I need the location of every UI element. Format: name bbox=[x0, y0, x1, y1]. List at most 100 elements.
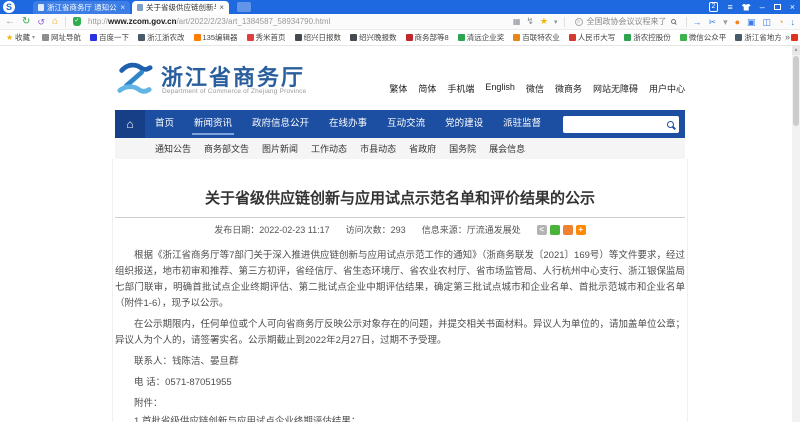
utility-link[interactable]: 网站无障碍 bbox=[593, 82, 638, 95]
browser-tab[interactable]: 浙江省商务厅 通知公告 × bbox=[33, 1, 130, 14]
tab-title: 关于省级供应链创新与应 bbox=[146, 3, 216, 12]
bookmark-label: 浙江浙农改 bbox=[147, 33, 185, 42]
wechat-icon[interactable] bbox=[549, 224, 560, 235]
utility-link[interactable]: 繁体 bbox=[389, 82, 407, 95]
scrollbar-thumb[interactable] bbox=[793, 56, 799, 126]
nav-item[interactable]: 政府信息公开 bbox=[242, 110, 319, 138]
share-icon[interactable]: < bbox=[536, 224, 547, 235]
hot-news-icon[interactable]: ● bbox=[735, 14, 740, 30]
meta-item: 访问次数：293 bbox=[345, 225, 406, 235]
bookmark-item[interactable]: 商务部等8 bbox=[405, 32, 451, 43]
site-search-input[interactable] bbox=[568, 119, 667, 129]
refresh-icon[interactable]: ↻ bbox=[22, 14, 30, 30]
subnav-item[interactable]: 通知公告 bbox=[155, 142, 191, 155]
apps-grid-icon[interactable]: ▦ bbox=[513, 17, 521, 26]
nav-item[interactable]: 互动交流 bbox=[377, 110, 435, 138]
bookmark-item[interactable]: 浙农控股份 bbox=[624, 32, 673, 43]
browser-logo-icon[interactable]: S bbox=[3, 1, 15, 13]
nav-home-icon[interactable]: ⌂ bbox=[115, 110, 145, 138]
article-body: 根据《浙江省商务厅等7部门关于深入推进供应链创新与应用试点示范工作的通知》（浙商… bbox=[115, 248, 685, 422]
favorite-caret-icon[interactable]: ▾ bbox=[554, 18, 558, 26]
bookmark-label: 百联特农业 bbox=[522, 33, 560, 42]
bookmark-item[interactable]: 秀米首页 bbox=[246, 32, 288, 43]
menu-icon[interactable]: ≡ bbox=[727, 0, 732, 14]
subnav-item[interactable]: 市县动态 bbox=[360, 142, 396, 155]
address-bar[interactable]: http://www.zcom.gov.cn/art/2022/2/23/art… bbox=[88, 17, 330, 26]
utility-link[interactable]: 微商务 bbox=[555, 82, 582, 95]
paragraph: 在公示期限内，任何单位或个人可向省商务厅反映公示对象存在的问题，并提交相关书面材… bbox=[115, 319, 686, 346]
download-icon[interactable]: ↓ bbox=[791, 14, 796, 30]
favorite-star-icon[interactable]: ★ bbox=[540, 16, 548, 27]
apps-icon[interactable]: ▣ bbox=[747, 14, 756, 30]
nav-item[interactable]: 新闻资讯 bbox=[184, 110, 242, 138]
bookmark-caret-icon: ▾ bbox=[32, 35, 36, 41]
scrollbar[interactable] bbox=[792, 46, 800, 422]
meta-items: 发布日期：2022-02-23 11:17 访问次数：293 信息来源：厅流通发展处 bbox=[214, 223, 520, 236]
subnav-item[interactable]: 图片新闻 bbox=[262, 142, 298, 155]
windows-icon[interactable]: ◫ bbox=[763, 14, 772, 30]
subnav-item[interactable]: 国务院 bbox=[449, 142, 476, 155]
scroll-up-icon[interactable] bbox=[792, 46, 800, 55]
bookmark-item[interactable]: 绍兴日报数 bbox=[294, 32, 344, 43]
bookmark-item[interactable]: 网址导航 bbox=[42, 32, 83, 43]
speed-icon[interactable]: ↯ bbox=[526, 16, 534, 27]
utility-link[interactable]: 手机端 bbox=[447, 82, 474, 95]
clock-icon[interactable]: ◔ bbox=[778, 14, 783, 30]
site-search bbox=[563, 115, 679, 133]
security-shield-icon[interactable] bbox=[72, 17, 81, 26]
new-tab-button[interactable] bbox=[237, 2, 251, 12]
bookmark-item[interactable]: 人民币大写 bbox=[568, 32, 618, 43]
utility-link[interactable]: 微信 bbox=[526, 82, 544, 95]
meta-item: 信息来源：厅流通发展处 bbox=[421, 225, 521, 235]
utility-link[interactable]: 简体 bbox=[418, 82, 436, 95]
bookmark-item[interactable]: 135编辑器 bbox=[193, 32, 240, 43]
login-icon[interactable]: → bbox=[693, 14, 702, 30]
nav-item[interactable]: 在线办事 bbox=[319, 110, 377, 138]
restore-session-icon[interactable]: ↺ bbox=[37, 14, 45, 30]
close-window-icon[interactable]: × bbox=[790, 2, 795, 12]
subnav-item[interactable]: 省政府 bbox=[409, 142, 436, 155]
bookmark-favicon bbox=[90, 34, 98, 41]
sub-nav: 通知公告 商务部文告 图片新闻 工作动态 市县动态 省政府 国务院 展会信息 bbox=[115, 138, 685, 159]
site-search-icon[interactable] bbox=[667, 120, 674, 128]
utility-link[interactable]: 用户中心 bbox=[649, 82, 685, 95]
utility-link[interactable]: English bbox=[485, 82, 515, 95]
bookmark-item[interactable]: 浙江浙农改 bbox=[138, 32, 187, 43]
bookmark-item[interactable]: 百度一下 bbox=[90, 32, 131, 43]
browser-tab[interactable]: 关于省级供应链创新与应 × bbox=[132, 1, 229, 14]
site-logo bbox=[117, 62, 153, 94]
attachments: 1.首批省级供应链创新与应用试点企业终期评估结果；2.第二批省级供应链创新与应用… bbox=[115, 414, 685, 422]
bookmarks-overflow-icon[interactable]: » bbox=[780, 30, 790, 45]
maximize-icon[interactable] bbox=[773, 4, 781, 10]
bookmark-item[interactable]: 浙江省地方 bbox=[735, 32, 784, 43]
screenshot-caret-icon[interactable]: ▾ bbox=[723, 14, 728, 30]
nav-item[interactable]: 派驻监督 bbox=[493, 110, 551, 138]
nav-item[interactable]: 首页 bbox=[145, 110, 184, 138]
bookmark-item[interactable]: 百联特农业 bbox=[513, 32, 562, 43]
bookmark-label: 清远企业奖 bbox=[466, 33, 505, 42]
bookmark-item[interactable]: 绍兴晚报数 bbox=[350, 32, 399, 43]
search-icon[interactable] bbox=[670, 19, 676, 24]
attachment-item[interactable]: 1.首批省级供应链创新与应用试点企业终期评估结果； bbox=[115, 414, 685, 422]
weibo-icon[interactable] bbox=[562, 224, 573, 235]
bookmark-item[interactable]: ★ 收藏 ▾ bbox=[6, 32, 35, 43]
tab-count-badge[interactable]: 2 bbox=[708, 2, 719, 12]
subnav-item[interactable]: 展会信息 bbox=[489, 142, 525, 155]
search-hotword[interactable]: 全国政协会议议程来了 bbox=[587, 16, 667, 27]
minimize-icon[interactable]: – bbox=[760, 2, 765, 12]
subnav-item[interactable]: 工作动态 bbox=[311, 142, 347, 155]
bookmark-item[interactable]: 微信公众平 bbox=[679, 32, 729, 43]
bookmark-item[interactable]: 搜狗 bbox=[790, 32, 800, 43]
back-icon[interactable]: ← bbox=[5, 14, 15, 30]
search-box[interactable]: s 全国政协会议议程来了 bbox=[571, 16, 680, 27]
screenshot-icon[interactable]: ✂ bbox=[709, 14, 717, 30]
more-share-icon[interactable]: + bbox=[575, 224, 586, 235]
meta-item: 发布日期：2022-02-23 11:17 bbox=[214, 225, 330, 235]
skin-icon[interactable] bbox=[741, 3, 751, 11]
bookmark-item[interactable]: 清远企业奖 bbox=[457, 32, 507, 43]
subnav-item[interactable]: 商务部文告 bbox=[204, 142, 249, 155]
tab-close-icon[interactable]: × bbox=[120, 3, 125, 12]
home-icon[interactable]: ⌂ bbox=[52, 14, 58, 30]
nav-item[interactable]: 党的建设 bbox=[435, 110, 493, 138]
tab-close-icon[interactable]: × bbox=[219, 3, 224, 12]
